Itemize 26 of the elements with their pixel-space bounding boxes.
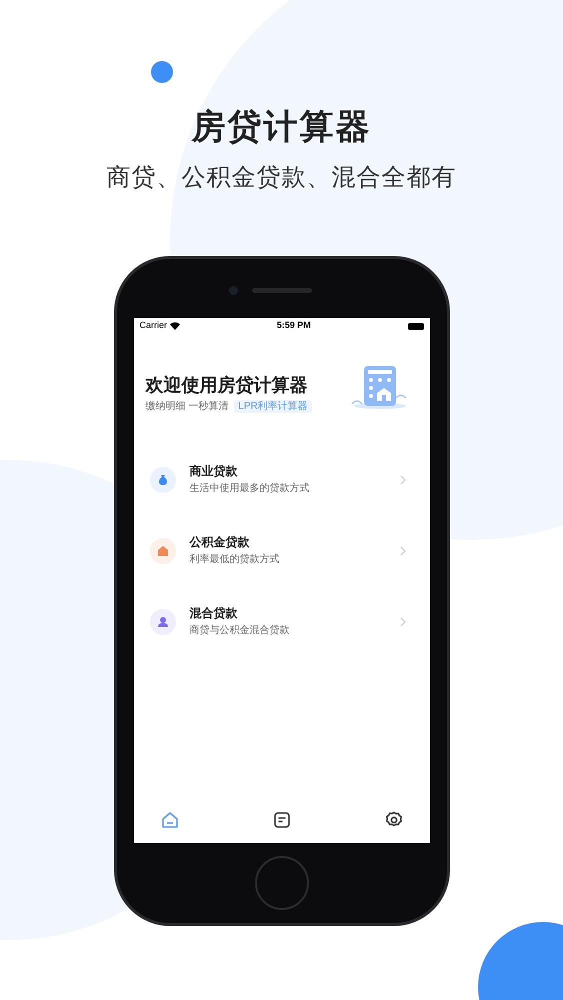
calculator-drawing — [350, 364, 408, 410]
loan-type-description: 生活中使用最多的贷款方式 — [190, 482, 310, 496]
loan-type-description: 利率最低的贷款方式 — [190, 553, 280, 567]
lpr-badge: LPR利率计算器 — [234, 400, 312, 413]
loan-type-item[interactable]: 公积金贷款 利率最低的贷款方式 — [134, 515, 430, 586]
document-icon[interactable] — [272, 810, 292, 830]
home-icon[interactable] — [160, 810, 180, 830]
loan-type-title: 商业贷款 — [190, 463, 238, 480]
camera-icon — [228, 286, 238, 295]
chevron-right-icon — [400, 616, 406, 626]
promo-title: 房贷计算器 — [192, 107, 372, 148]
welcome-subtitle: 缴纳明细 一秒算清 — [146, 400, 228, 414]
loan-type-title: 公积金贷款 — [190, 534, 250, 551]
wifi-icon — [170, 322, 180, 330]
promo-subtitle: 商贷、公积金贷款、混合全都有 — [106, 163, 456, 193]
loan-type-description: 商贷与公积金混合贷款 — [190, 624, 290, 638]
speaker-grille — [252, 288, 312, 293]
loan-type-item[interactable]: 混合贷款 商贷与公积金混合贷款 — [134, 586, 430, 657]
battery-icon — [408, 322, 424, 330]
status-time: 5:59 PM — [276, 319, 311, 332]
carrier-label: Carrier — [140, 319, 168, 332]
chevron-right-icon — [400, 546, 406, 556]
loan-type-title: 混合贷款 — [190, 605, 238, 622]
loan-type-item[interactable]: 商业贷款 生活中使用最多的贷款方式 — [134, 444, 430, 515]
welcome-title: 欢迎使用房贷计算器 — [146, 374, 308, 397]
chevron-right-icon — [400, 474, 406, 484]
